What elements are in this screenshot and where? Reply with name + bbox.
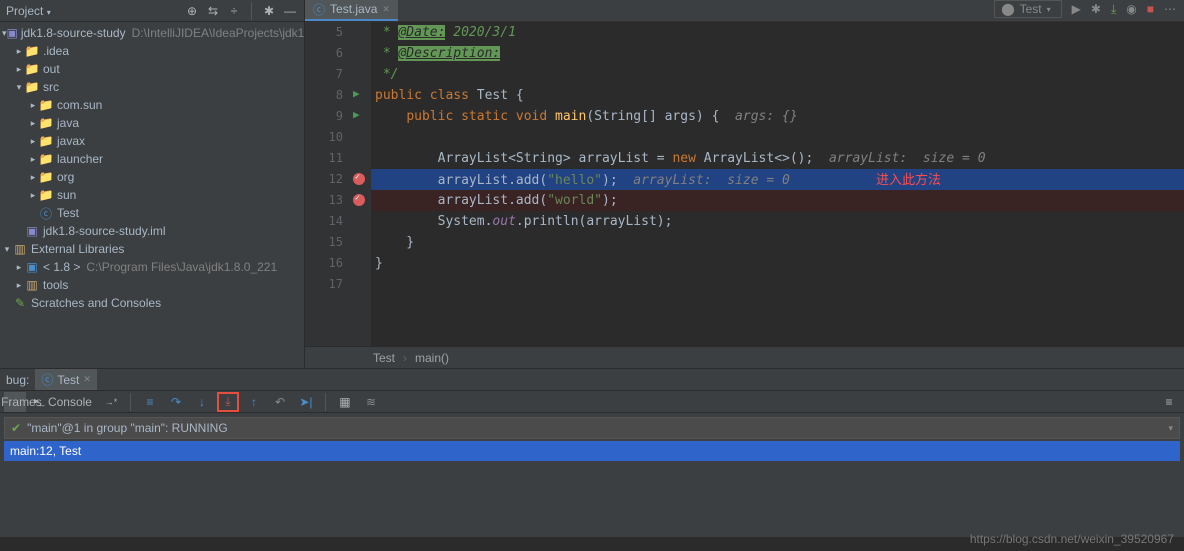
tree-test[interactable]: ⓒTest [0,204,304,222]
run-toolbar: ⬤Test▾ ▶ ✱ ⤓ ◉ ■ ⋯ [994,0,1176,18]
stack-frame[interactable]: main:12, Test [4,441,1180,461]
project-title[interactable]: Project [6,4,43,18]
settings-icon[interactable]: ✱ [261,3,277,19]
layout-settings-icon[interactable]: ≡ [1158,392,1180,412]
thread-selector[interactable]: ✔ "main"@1 in group "main": RUNNING ▾ [4,417,1180,439]
coverage-icon[interactable]: ⤓ [1111,2,1116,17]
line-gutter: 567891011121314151617 [305,22,351,346]
expand-icon[interactable]: ⇆ [205,3,221,19]
tree-scratches[interactable]: ✎Scratches and Consoles [0,294,304,312]
crumb-method[interactable]: main() [415,351,449,365]
more-icon[interactable]: →* [100,392,122,412]
tree-jdk[interactable]: ▣< 1.8 >C:\Program Files\Java\jdk1.8.0_2… [0,258,304,276]
step-out-icon[interactable]: ↑ [243,392,265,412]
editor: ⓒ Test.java ✕ 567891011121314151617 ▶ ▶ … [305,0,1184,368]
evaluate-icon[interactable]: ▦ [334,392,356,412]
drop-frame-icon[interactable]: ↶ [269,392,291,412]
check-icon: ✔ [11,421,21,435]
hide-icon[interactable]: — [282,3,298,19]
run-gutter-icon[interactable]: ▶ [353,87,360,100]
tree-extlib[interactable]: ▥External Libraries [0,240,304,258]
debug-icon[interactable]: ✱ [1091,2,1101,16]
tree-launcher[interactable]: 📁launcher [0,150,304,168]
run-gutter-icon[interactable]: ▶ [353,108,360,121]
run-icon[interactable]: ▶ [1072,2,1081,16]
project-tool-window: Project ▾ ⊕ ⇆ ÷ ✱ — ▣jdk1.8-source-study… [0,0,305,368]
show-exec-icon[interactable]: ≡ [139,392,161,412]
step-over-icon[interactable]: ↷ [165,392,187,412]
tree-java[interactable]: 📁java [0,114,304,132]
tree-tools[interactable]: ▥tools [0,276,304,294]
debug-tool-window: bug: ⓒ Test ✕ ▥ Frames ▸_ Console →* ≡ ↷… [0,368,1184,537]
locate-icon[interactable]: ⊕ [184,3,200,19]
more-icon[interactable]: ⋯ [1164,2,1176,16]
breakpoint-icon[interactable] [353,173,365,185]
code-area[interactable]: 567891011121314151617 ▶ ▶ * @Date: 2020/… [305,22,1184,346]
tab-test-java[interactable]: ⓒ Test.java ✕ [305,0,398,21]
java-class-icon: ⓒ [41,371,53,388]
tree-sun[interactable]: 📁sun [0,186,304,204]
tree-src[interactable]: 📁src [0,78,304,96]
close-icon[interactable]: ✕ [83,374,91,385]
tree-out[interactable]: 📁out [0,60,304,78]
frames-button[interactable]: ▥ Frames [4,392,26,412]
tree-idea[interactable]: 📁.idea [0,42,304,60]
crumb-class[interactable]: Test [373,351,395,365]
breadcrumb: Test › main() [305,346,1184,368]
close-icon[interactable]: ✕ [382,4,390,15]
debug-session-tab[interactable]: ⓒ Test ✕ [35,369,97,390]
tab-label: Test.java [330,2,377,16]
step-into-icon[interactable]: ↓ [191,392,213,412]
tree-root[interactable]: ▣jdk1.8-source-studyD:\IntelliJIDEA\Idea… [0,24,304,42]
project-tree: ▣jdk1.8-source-studyD:\IntelliJIDEA\Idea… [0,22,304,368]
project-header: Project ▾ ⊕ ⇆ ÷ ✱ — [0,0,304,22]
run-to-cursor-icon[interactable]: ➤| [295,392,317,412]
force-step-into-highlighted[interactable]: ⤓ [217,392,239,412]
console-button[interactable]: ▸_ Console [30,392,96,412]
code-lines[interactable]: * @Date: 2020/3/1 * @Description: */ pub… [371,22,1184,346]
tree-comsun[interactable]: 📁com.sun [0,96,304,114]
profile-icon[interactable]: ◉ [1126,2,1136,16]
frames-area: ✔ "main"@1 in group "main": RUNNING ▾ ma… [0,413,1184,537]
collapse-icon[interactable]: ÷ [226,3,242,19]
java-class-icon: ⓒ [313,1,325,18]
gutter-icons: ▶ ▶ [351,22,371,346]
tree-javax[interactable]: 📁javax [0,132,304,150]
tree-org[interactable]: 📁org [0,168,304,186]
run-config-selector[interactable]: ⬤Test▾ [994,0,1061,18]
trace-icon[interactable]: ≋ [360,392,382,412]
tree-iml[interactable]: ▣jdk1.8-source-study.iml [0,222,304,240]
debug-toolbar: ▥ Frames ▸_ Console →* ≡ ↷ ↓ ⤓ ↑ ↶ ➤| ▦ … [0,391,1184,413]
watermark: https://blog.csdn.net/weixin_39520967 [970,532,1174,546]
breakpoint-icon[interactable] [353,194,365,206]
stop-icon[interactable]: ■ [1147,2,1154,16]
debug-tabs: bug: ⓒ Test ✕ [0,369,1184,391]
debug-label: bug: [6,373,29,387]
